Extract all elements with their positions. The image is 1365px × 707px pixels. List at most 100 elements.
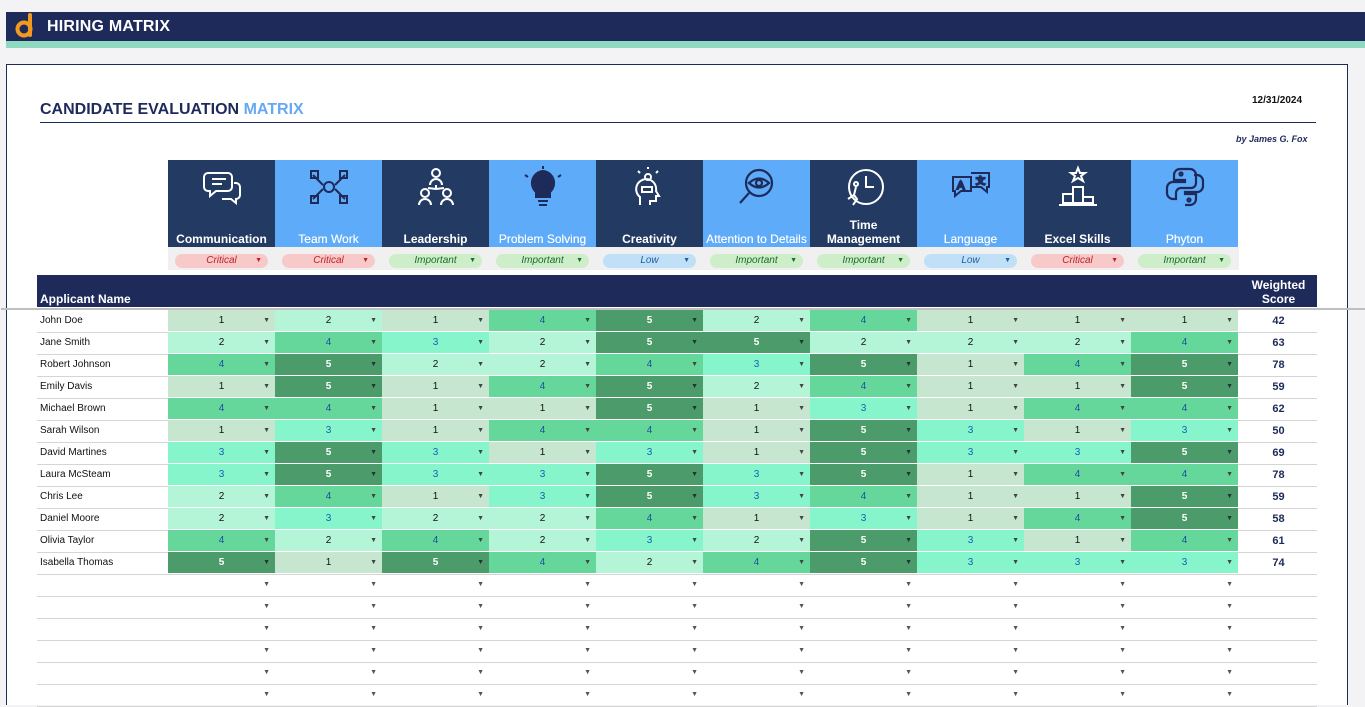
score-cell-empty[interactable]: ▼ xyxy=(382,684,489,705)
score-cell[interactable]: 4 ▼ xyxy=(489,552,596,573)
priority-dropdown[interactable]: Important ▼ xyxy=(496,254,589,268)
score-cell[interactable]: 3 ▼ xyxy=(1131,420,1238,441)
score-cell[interactable]: 5 ▼ xyxy=(1131,376,1238,397)
score-cell-empty[interactable]: ▼ xyxy=(489,596,596,617)
score-cell[interactable]: 3 ▼ xyxy=(1024,552,1131,573)
score-cell-empty[interactable]: ▼ xyxy=(1024,596,1131,617)
score-cell-empty[interactable]: ▼ xyxy=(168,684,275,705)
score-cell-empty[interactable]: ▼ xyxy=(703,596,810,617)
score-cell-empty[interactable]: ▼ xyxy=(1131,574,1238,595)
score-cell-empty[interactable]: ▼ xyxy=(168,662,275,683)
score-cell-empty[interactable]: ▼ xyxy=(596,684,703,705)
score-cell[interactable]: 3 ▼ xyxy=(382,464,489,485)
score-cell[interactable]: 2 ▼ xyxy=(703,376,810,397)
applicant-name[interactable]: Sarah Wilson xyxy=(40,420,168,442)
score-cell[interactable]: 4 ▼ xyxy=(168,354,275,375)
priority-dropdown[interactable]: Critical ▼ xyxy=(282,254,375,268)
score-cell[interactable]: 1 ▼ xyxy=(917,464,1024,485)
score-cell-empty[interactable]: ▼ xyxy=(168,618,275,639)
priority-dropdown[interactable]: Important ▼ xyxy=(817,254,910,268)
score-cell-empty[interactable]: ▼ xyxy=(810,684,917,705)
priority-dropdown[interactable]: Critical ▼ xyxy=(175,254,268,268)
score-cell[interactable]: 5 ▼ xyxy=(596,398,703,419)
priority-dropdown[interactable]: Low ▼ xyxy=(924,254,1017,268)
score-cell-empty[interactable]: ▼ xyxy=(917,596,1024,617)
score-cell[interactable]: 4 ▼ xyxy=(596,420,703,441)
score-cell[interactable]: 4 ▼ xyxy=(703,552,810,573)
score-cell-empty[interactable]: ▼ xyxy=(596,662,703,683)
score-cell[interactable]: 2 ▼ xyxy=(382,508,489,529)
score-cell-empty[interactable]: ▼ xyxy=(917,618,1024,639)
score-cell-empty[interactable]: ▼ xyxy=(917,684,1024,705)
applicant-name[interactable]: Michael Brown xyxy=(40,398,168,420)
score-cell[interactable]: 2 ▼ xyxy=(810,332,917,353)
score-cell-empty[interactable]: ▼ xyxy=(703,640,810,661)
priority-dropdown[interactable]: Important ▼ xyxy=(1138,254,1231,268)
score-cell[interactable]: 3 ▼ xyxy=(917,530,1024,551)
applicant-name[interactable]: Jane Smith xyxy=(40,332,168,354)
score-cell[interactable]: 4 ▼ xyxy=(275,486,382,507)
score-cell[interactable]: 1 ▼ xyxy=(382,310,489,331)
score-cell[interactable]: 2 ▼ xyxy=(168,508,275,529)
score-cell[interactable]: 4 ▼ xyxy=(382,530,489,551)
score-cell[interactable]: 3 ▼ xyxy=(917,442,1024,463)
priority-dropdown[interactable]: Critical ▼ xyxy=(1031,254,1124,268)
score-cell-empty[interactable]: ▼ xyxy=(703,662,810,683)
score-cell[interactable]: 1 ▼ xyxy=(703,442,810,463)
score-cell[interactable]: 2 ▼ xyxy=(275,310,382,331)
score-cell[interactable]: 3 ▼ xyxy=(382,332,489,353)
score-cell[interactable]: 4 ▼ xyxy=(489,310,596,331)
score-cell[interactable]: 4 ▼ xyxy=(275,398,382,419)
score-cell[interactable]: 5 ▼ xyxy=(810,354,917,375)
score-cell-empty[interactable]: ▼ xyxy=(703,618,810,639)
score-cell[interactable]: 3 ▼ xyxy=(596,530,703,551)
applicant-name[interactable]: Chris Lee xyxy=(40,486,168,508)
score-cell[interactable]: 5 ▼ xyxy=(810,552,917,573)
score-cell[interactable]: 4 ▼ xyxy=(596,508,703,529)
score-cell[interactable]: 4 ▼ xyxy=(168,530,275,551)
score-cell-empty[interactable]: ▼ xyxy=(1024,640,1131,661)
applicant-name[interactable]: Robert Johnson xyxy=(40,354,168,376)
score-cell[interactable]: 4 ▼ xyxy=(1131,530,1238,551)
score-cell[interactable]: 3 ▼ xyxy=(168,442,275,463)
score-cell[interactable]: 5 ▼ xyxy=(596,332,703,353)
score-cell-empty[interactable]: ▼ xyxy=(275,684,382,705)
score-cell-empty[interactable]: ▼ xyxy=(489,640,596,661)
score-cell[interactable]: 5 ▼ xyxy=(382,552,489,573)
score-cell[interactable]: 1 ▼ xyxy=(703,508,810,529)
score-cell-empty[interactable]: ▼ xyxy=(1024,618,1131,639)
score-cell-empty[interactable]: ▼ xyxy=(168,596,275,617)
score-cell[interactable]: 1 ▼ xyxy=(703,398,810,419)
score-cell-empty[interactable]: ▼ xyxy=(489,574,596,595)
score-cell-empty[interactable]: ▼ xyxy=(1131,596,1238,617)
score-cell-empty[interactable]: ▼ xyxy=(1024,684,1131,705)
score-cell[interactable]: 3 ▼ xyxy=(168,464,275,485)
score-cell-empty[interactable]: ▼ xyxy=(917,662,1024,683)
priority-dropdown[interactable]: Important ▼ xyxy=(710,254,803,268)
score-cell-empty[interactable]: ▼ xyxy=(275,662,382,683)
score-cell-empty[interactable]: ▼ xyxy=(275,618,382,639)
score-cell[interactable]: 3 ▼ xyxy=(596,442,703,463)
score-cell[interactable]: 4 ▼ xyxy=(596,354,703,375)
score-cell[interactable]: 2 ▼ xyxy=(168,332,275,353)
score-cell[interactable]: 4 ▼ xyxy=(810,376,917,397)
score-cell[interactable]: 5 ▼ xyxy=(810,420,917,441)
score-cell[interactable]: 5 ▼ xyxy=(596,464,703,485)
score-cell-empty[interactable]: ▼ xyxy=(917,574,1024,595)
score-cell[interactable]: 5 ▼ xyxy=(1131,508,1238,529)
score-cell[interactable]: 1 ▼ xyxy=(489,442,596,463)
priority-dropdown[interactable]: Important ▼ xyxy=(389,254,482,268)
score-cell[interactable]: 1 ▼ xyxy=(917,310,1024,331)
score-cell[interactable]: 1 ▼ xyxy=(703,420,810,441)
applicant-name[interactable]: David Martines xyxy=(40,442,168,464)
score-cell[interactable]: 2 ▼ xyxy=(917,332,1024,353)
score-cell[interactable]: 1 ▼ xyxy=(168,376,275,397)
applicant-name[interactable]: Laura McSteam xyxy=(40,464,168,486)
score-cell[interactable]: 5 ▼ xyxy=(275,464,382,485)
applicant-name[interactable]: Olivia Taylor xyxy=(40,530,168,552)
score-cell[interactable]: 3 ▼ xyxy=(275,420,382,441)
score-cell-empty[interactable]: ▼ xyxy=(596,640,703,661)
score-cell-empty[interactable]: ▼ xyxy=(596,596,703,617)
score-cell[interactable]: 5 ▼ xyxy=(810,530,917,551)
score-cell[interactable]: 2 ▼ xyxy=(489,354,596,375)
